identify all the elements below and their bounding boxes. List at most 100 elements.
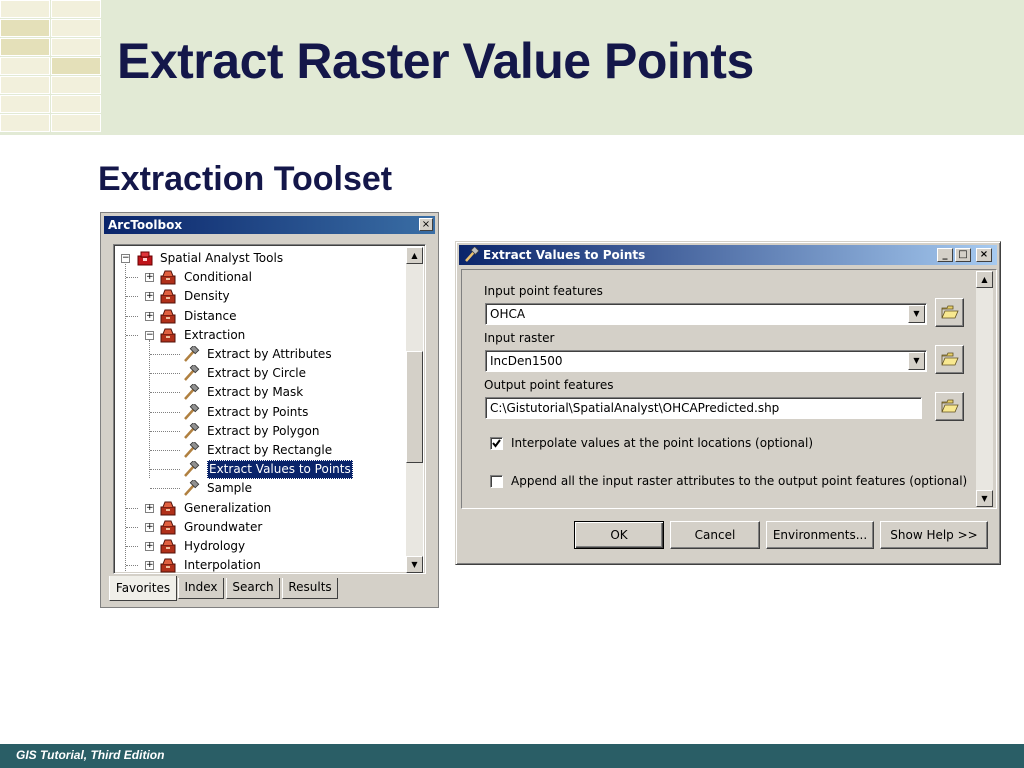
hammer-icon [184,422,200,439]
dialog-parameters-panel: Input point features OHCA ▼ Input raster… [461,269,997,509]
append-attributes-label: Append all the input raster attributes t… [511,474,968,488]
tree-guide-line [149,340,150,478]
hammer-icon [184,346,200,362]
expand-icon[interactable]: + [145,311,154,321]
scroll-down-button[interactable]: ▼ [976,490,993,507]
hammer-icon [465,247,479,262]
toolset-icon [160,520,176,535]
interpolate-checkbox[interactable] [490,437,503,450]
tab-results[interactable]: Results [282,578,338,599]
tree-node-label: Interpolation [184,558,261,573]
toolset-icon [160,309,176,324]
tree-node-label: Spatial Analyst Tools [160,251,284,265]
tree-guide-line [150,373,180,375]
expand-icon[interactable]: + [145,273,154,283]
dialog-vertical-scrollbar[interactable]: ▲ ▼ [976,271,993,507]
tree-guide-line [150,488,180,490]
toolbox-tree-content: − Spatial Analyst Tools + Conditional + Den… [116,247,406,573]
minimize-button[interactable]: _ [937,248,953,262]
input-point-features-select[interactable]: OHCA ▼ [485,303,927,325]
toolset-icon [160,289,176,304]
grid-cell [51,76,101,94]
maximize-button[interactable]: □ [955,248,971,262]
slide-title: Extract Raster Value Points [117,33,754,89]
expand-icon[interactable]: + [145,292,154,302]
tree-node-label: Sample [207,481,252,496]
output-point-features-value: C:\Gistutorial\SpatialAnalyst\OHCAPredic… [490,401,780,415]
close-button[interactable]: × [976,248,992,262]
interpolate-label: Interpolate values at the point location… [511,436,814,450]
toolbox-vertical-scrollbar[interactable]: ▲ ▼ [406,247,423,573]
environments-button[interactable]: Environments... [766,521,874,549]
tree-guide-line [125,261,126,571]
chevron-down-icon[interactable]: ▼ [908,352,925,370]
show-help-button[interactable]: Show Help >> [880,521,988,549]
dialog-titlebar[interactable]: Extract Values to Points _ □ × [459,245,997,265]
scroll-thumb[interactable] [406,351,423,463]
hammer-icon [184,442,200,458]
grid-cell [0,95,50,113]
slide-subtitle: Extraction Toolset [98,160,393,198]
hammer-icon [184,403,200,420]
open-folder-icon [941,352,959,366]
scroll-down-button[interactable]: ▼ [406,556,423,573]
input-raster-label: Input raster [484,331,555,345]
scroll-up-button[interactable]: ▲ [406,247,423,264]
grid-cell [0,76,50,94]
slide-footer: GIS Tutorial, Third Edition [0,744,1024,768]
tree-guide-line [126,565,138,567]
arctoolbox-title: ArcToolbox [108,218,183,232]
tree-guide-line [126,526,138,528]
scroll-up-button[interactable]: ▲ [976,271,993,288]
tree-guide-line [126,334,138,336]
tree-node-label: Distance [184,308,237,323]
header-grid-decoration [0,0,102,135]
append-attributes-checkbox[interactable] [490,475,503,488]
tree-node-label: Extract Values to Points [207,460,353,480]
arctoolbox-titlebar[interactable]: ArcToolbox × [104,216,435,234]
tab-index[interactable]: Index [178,578,224,599]
expand-icon[interactable]: + [145,503,154,513]
expand-icon[interactable]: + [145,561,154,571]
collapse-icon[interactable]: − [121,254,130,263]
footer-text: GIS Tutorial, Third Edition [16,748,165,762]
grid-cell [0,114,50,132]
tree-guide-line [150,354,180,355]
browse-output-button[interactable] [935,392,964,421]
tab-search[interactable]: Search [226,578,280,599]
tree-guide-line [150,392,180,394]
grid-cell [0,38,50,56]
toolset-icon [160,501,176,516]
output-point-features-input[interactable]: C:\Gistutorial\SpatialAnalyst\OHCAPredic… [485,397,922,419]
expand-icon[interactable]: + [145,542,154,551]
tree-guide-line [126,546,138,547]
open-folder-icon [941,399,959,413]
browse-input-points-button[interactable] [935,298,964,327]
tree-guide-line [126,507,138,509]
grid-cell [51,95,101,113]
arctoolbox-close-button[interactable]: × [419,218,433,231]
tree-guide-line [126,315,138,317]
toolset-icon [160,558,176,573]
tree-guide-line [150,469,180,471]
ok-button[interactable]: OK [574,521,664,549]
tree-node-label: Extract by Polygon [207,423,320,438]
toolset-icon [160,270,176,285]
tab-favorites[interactable]: Favorites [109,576,177,601]
grid-cell [51,38,101,56]
chevron-down-icon[interactable]: ▼ [908,305,925,323]
tree-guide-line [150,450,180,451]
cancel-button[interactable]: Cancel [670,521,760,549]
browse-input-raster-button[interactable] [935,345,964,374]
checkmark-icon [492,439,501,448]
tree-guide-line [126,296,138,298]
tree-node-label: Groundwater [184,519,263,534]
tree-node-label: Extract by Points [207,404,309,419]
expand-icon[interactable]: + [145,522,154,532]
input-raster-select[interactable]: IncDen1500 ▼ [485,350,927,372]
toolset-icon [160,539,176,554]
collapse-icon[interactable]: − [145,330,154,340]
grid-cell [51,57,101,75]
tree-node-label: Generalization [184,500,272,515]
grid-cell [51,19,101,37]
